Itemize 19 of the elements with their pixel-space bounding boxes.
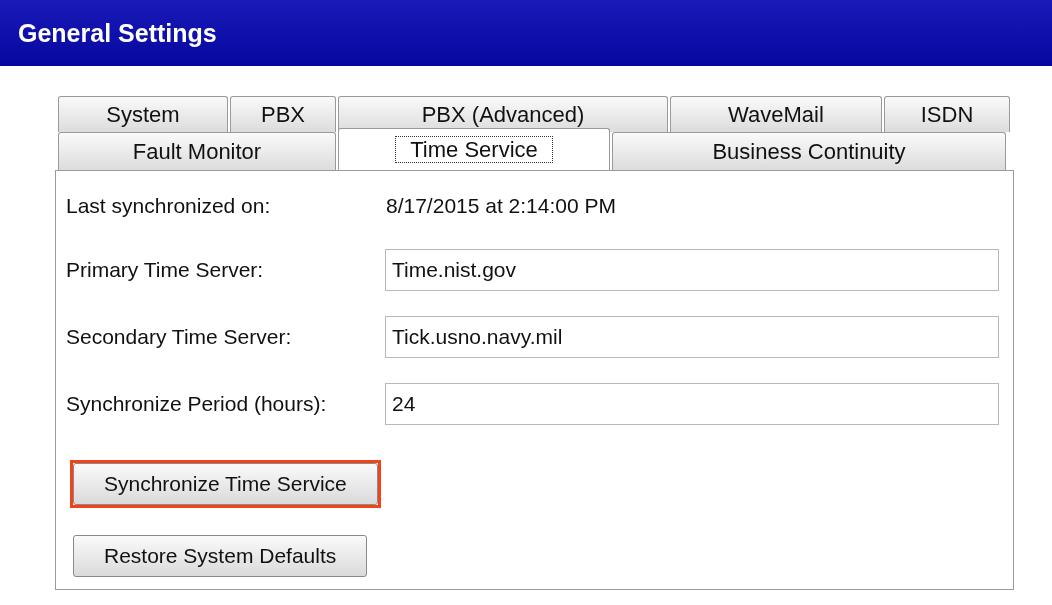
tab[interactable]: Time Service [338, 128, 610, 170]
tab[interactable]: PBX [230, 96, 336, 132]
last-sync-value: 8/17/2015 at 2:14:00 PM [386, 194, 616, 218]
action-button[interactable]: Synchronize Time Service [73, 463, 378, 505]
field-label: Secondary Time Server: [66, 325, 293, 349]
field-label: Synchronize Period (hours): [66, 392, 328, 416]
field-label: Last synchronized on: [66, 194, 272, 218]
action-button[interactable]: Restore System Defaults [73, 535, 368, 577]
input-field[interactable]: 24 [384, 383, 999, 425]
tab[interactable]: System [58, 96, 228, 132]
tab[interactable]: ISDN [884, 96, 1010, 132]
field-label: Primary Time Server: [66, 258, 265, 282]
window-title: General Settings [18, 18, 217, 48]
tab[interactable]: PBX (Advanced) [338, 96, 668, 132]
input-field[interactable]: Tick.usno.navy.mil [384, 316, 999, 358]
tab[interactable]: WaveMail [670, 96, 882, 132]
input-field[interactable]: Time.nist.gov [384, 249, 999, 291]
tab[interactable]: Business Continuity [612, 132, 1006, 170]
tab[interactable]: Fault Monitor [58, 132, 336, 170]
